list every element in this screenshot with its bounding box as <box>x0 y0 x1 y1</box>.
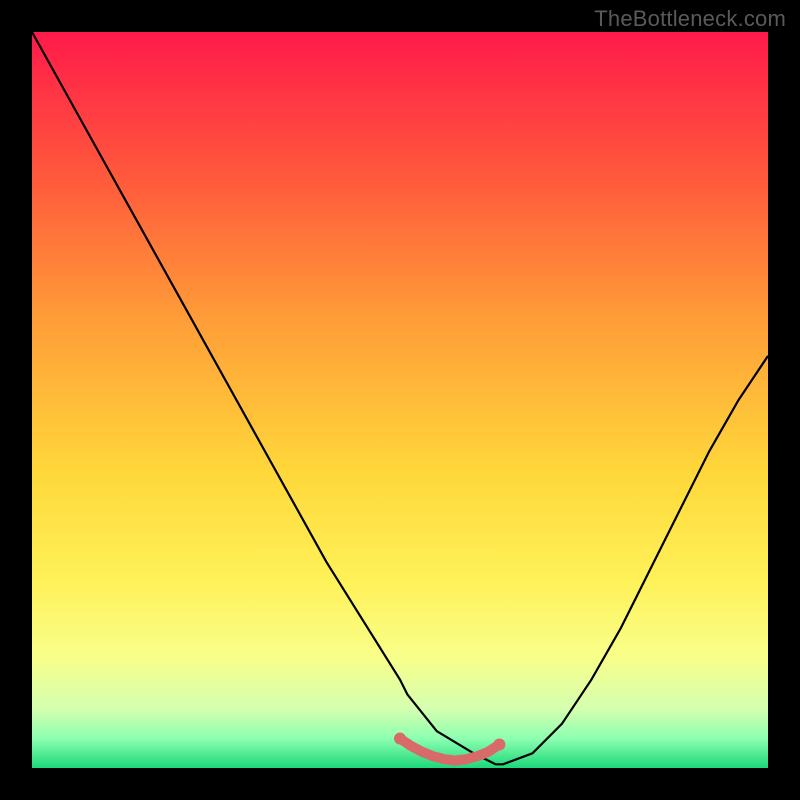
watermark-label: TheBottleneck.com <box>594 6 786 32</box>
marker-endpoint <box>493 738 505 750</box>
plot-area <box>32 32 768 768</box>
chart-svg <box>32 32 768 768</box>
marker-endpoint <box>394 733 406 745</box>
gradient-background <box>32 32 768 768</box>
